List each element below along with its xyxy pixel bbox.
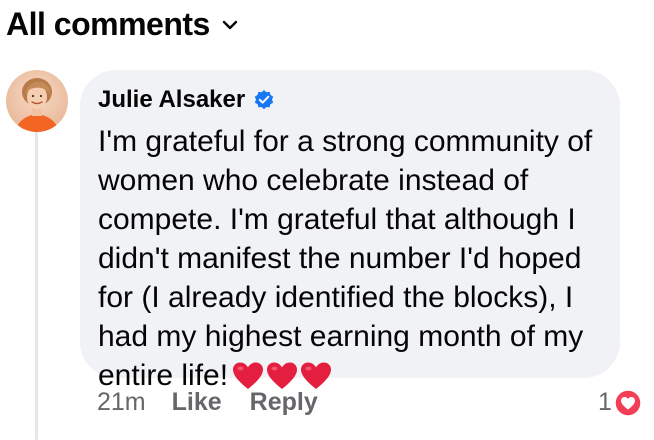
comment-text: I'm grateful for a strong community of w… — [98, 122, 608, 401]
reaction-count: 1 — [598, 388, 612, 416]
heart-emoji-icon — [301, 362, 332, 389]
reaction-summary[interactable]: 1 — [598, 388, 642, 417]
like-button[interactable]: Like — [172, 388, 222, 417]
comment-timestamp[interactable]: 21m — [97, 388, 146, 417]
verified-badge-icon — [253, 89, 275, 111]
heart-emoji-icon — [267, 362, 298, 389]
comment-sort-label: All comments — [6, 6, 210, 42]
avatar[interactable] — [6, 70, 68, 132]
love-reaction-icon — [614, 388, 642, 417]
comment-author-row: Julie Alsaker — [98, 84, 596, 116]
comment-author-name[interactable]: Julie Alsaker — [98, 86, 245, 114]
chevron-down-icon — [222, 17, 238, 35]
comment-bubble: Julie Alsaker I'm grateful for a strong … — [80, 70, 620, 392]
reply-button[interactable]: Reply — [250, 388, 318, 417]
comments-section: All comments Julie Alsaker I'm grateful … — [0, 0, 654, 440]
heart-emoji-icon — [233, 362, 264, 389]
comment-sort-dropdown[interactable]: All comments — [6, 6, 238, 43]
reply-thread-line — [35, 128, 38, 440]
comment-body: I'm grateful for a strong community of w… — [98, 125, 593, 392]
comment-actions: 21m Like Reply — [97, 388, 346, 417]
